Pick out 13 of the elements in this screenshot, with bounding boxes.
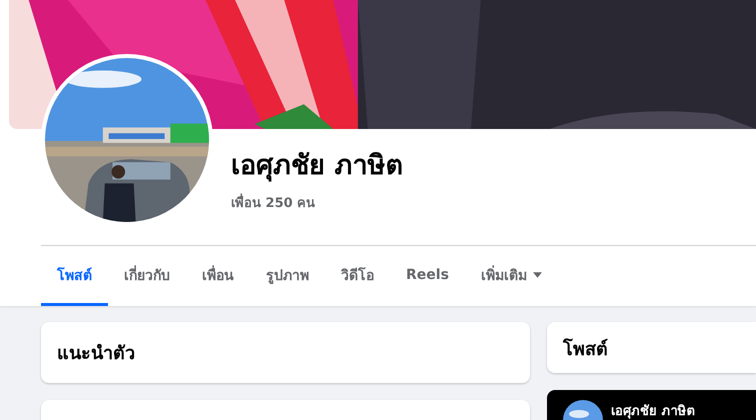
profile-tab[interactable]: Reels xyxy=(390,246,465,306)
friend-count: เพื่อน 250 คน xyxy=(231,192,404,213)
card-title: แนะนำตัว xyxy=(57,342,136,366)
profile-tab[interactable]: เพื่อน xyxy=(186,246,250,306)
profile-tab[interactable]: โพสต์ xyxy=(41,246,108,306)
author-name: เอศุภชัย ภาษิต xyxy=(611,403,695,420)
profile-tab[interactable]: รูปภาพ xyxy=(250,246,325,306)
profile-tab[interactable]: เกี่ยวกับ xyxy=(108,246,186,306)
profile-tab[interactable]: เพิ่มเติม xyxy=(464,246,558,306)
caret-icon xyxy=(532,272,542,278)
profile-name: เอศุภชัย ภาษิต xyxy=(231,149,404,184)
card-title: โพสต์ xyxy=(563,337,609,362)
profile-tab[interactable]: วิดีโอ xyxy=(325,246,390,306)
